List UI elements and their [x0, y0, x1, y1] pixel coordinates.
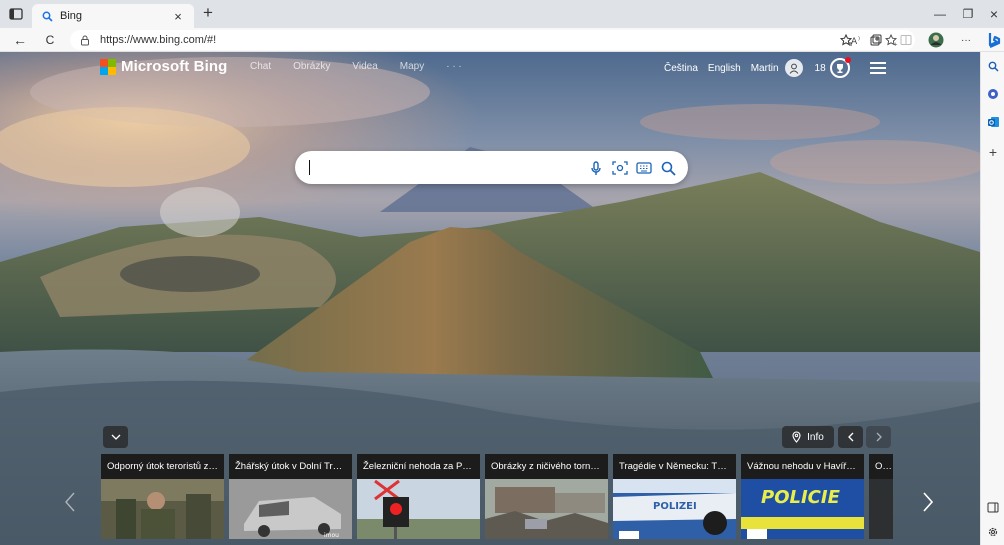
svg-text:): ) [858, 36, 860, 42]
sidebar-add-icon[interactable]: + [985, 144, 1001, 160]
copilot-icon[interactable] [984, 28, 1004, 52]
news-next-arrow[interactable] [918, 489, 938, 515]
chevron-left-icon [65, 492, 75, 512]
split-screen-icon[interactable] [896, 30, 916, 50]
news-previous-arrow[interactable] [60, 489, 80, 515]
soldiers-photo [101, 479, 224, 539]
notification-dot [844, 57, 851, 63]
chevron-left-icon [847, 432, 853, 442]
next-image-button[interactable] [866, 426, 891, 448]
new-tab-button[interactable]: + [198, 4, 218, 24]
url-text[interactable]: https://www.bing.com/#! [100, 34, 847, 46]
svg-text:imou: imou [324, 532, 339, 539]
sidebar-outlook-icon[interactable] [985, 114, 1001, 130]
microsoft-logo-icon [100, 58, 116, 75]
page-viewport: Microsoft Bing Chat Obrázky Videa Mapy ·… [0, 52, 980, 545]
bing-header: Microsoft Bing Chat Obrázky Videa Mapy ·… [0, 52, 980, 82]
refresh-button[interactable]: C [40, 30, 60, 50]
polizei-car-photo: POLIZEI [613, 479, 736, 539]
news-card-title: Vážnou nehodu v Havířově... [741, 454, 864, 479]
more-icon[interactable]: ··· [956, 30, 976, 50]
sidebar-hide-icon[interactable] [985, 499, 1001, 515]
news-card-title: Odporný útok teroristů zab... [101, 454, 224, 479]
visual-search-icon[interactable] [611, 159, 629, 177]
news-card-title: Žhářský útok v Dolní Trnáv... [229, 454, 352, 479]
tab-actions-icon[interactable] [6, 5, 26, 23]
address-bar[interactable]: https://www.bing.com/#! A) + [70, 30, 915, 50]
tab-strip: Bing × + — ❐ × [0, 0, 1004, 28]
sidebar-settings-icon[interactable] [985, 524, 1001, 540]
rewards-trophy-icon[interactable] [829, 57, 851, 78]
nav-chat[interactable]: Chat [250, 61, 271, 72]
info-label: Info [807, 431, 824, 443]
lock-icon[interactable] [80, 34, 92, 46]
menu-icon[interactable] [869, 62, 886, 74]
collections-icon[interactable] [866, 30, 886, 50]
nav-images[interactable]: Obrázky [293, 61, 330, 72]
search-input[interactable] [309, 160, 310, 175]
news-card[interactable]: Vážnou nehodu v Havířově... POLICIE [741, 454, 864, 539]
bing-search-favicon-icon [40, 9, 54, 23]
user-avatar-icon[interactable] [784, 59, 803, 77]
news-card-title: Obrázky z ničivého tornáda... [485, 454, 608, 479]
nav-more[interactable]: · · · [446, 61, 462, 72]
keyboard-icon[interactable] [635, 159, 653, 177]
news-card[interactable]: ON- [869, 454, 893, 539]
top-nav: Chat Obrázky Videa Mapy · · · [250, 61, 484, 72]
nav-videos[interactable]: Videa [352, 61, 377, 72]
chevron-down-icon [111, 434, 120, 440]
logo-text: Microsoft Bing [121, 58, 228, 75]
news-card-title: Železniční nehoda za Prah... [357, 454, 480, 479]
burned-car-photo: imou [229, 479, 352, 539]
sidebar-search-icon[interactable] [985, 58, 1001, 74]
svg-text:POLIZEI: POLIZEI [653, 501, 697, 512]
close-window-button[interactable]: × [984, 4, 1004, 24]
news-card[interactable]: Obrázky z ničivého tornáda... [485, 454, 608, 539]
tab-title: Bing [60, 10, 83, 22]
browser-toolbar: ← C https://www.bing.com/#! A) + ··· [0, 28, 1004, 52]
news-carousel: Odporný útok teroristů zab... Žhářský út… [101, 454, 895, 539]
collapse-news-button[interactable] [103, 426, 128, 448]
tornado-damage-photo [485, 479, 608, 539]
rewards-count[interactable]: 18 [815, 63, 826, 74]
previous-image-button[interactable] [838, 426, 863, 448]
back-button[interactable]: ← [10, 30, 30, 50]
news-card[interactable]: Žhářský útok v Dolní Trnáv... imou [229, 454, 352, 539]
user-name[interactable]: Martin [751, 63, 779, 74]
policie-car-photo: POLICIE [741, 479, 864, 539]
search-icon[interactable] [659, 159, 677, 177]
svg-text:POLICIE: POLICIE [761, 487, 841, 508]
minimize-button[interactable]: — [930, 4, 950, 24]
chevron-right-icon [923, 492, 933, 512]
tab-bing[interactable]: Bing × [32, 4, 194, 28]
nav-maps[interactable]: Mapy [400, 61, 424, 72]
news-card[interactable]: Tragédie v Německu: Těžká... POLIZEI [613, 454, 736, 539]
restore-button[interactable]: ❐ [958, 4, 978, 24]
search-box[interactable] [295, 151, 688, 184]
language-english-link[interactable]: English [708, 63, 741, 74]
bing-logo[interactable]: Microsoft Bing [100, 58, 227, 75]
news-card[interactable]: Odporný útok teroristů zab... [101, 454, 224, 539]
location-pin-icon [792, 431, 801, 443]
tab-close-button[interactable]: × [170, 9, 186, 24]
yellow-photo [869, 479, 893, 539]
language-czech-link[interactable]: Čeština [664, 63, 698, 74]
news-card[interactable]: Železniční nehoda za Prah... [357, 454, 480, 539]
news-card-title: ON- [869, 454, 893, 479]
chevron-right-icon [876, 432, 882, 442]
microphone-icon[interactable] [587, 159, 605, 177]
railway-crossing-photo [357, 479, 480, 539]
image-info-button[interactable]: Info [782, 426, 834, 448]
news-card-title: Tragédie v Německu: Těžká... [613, 454, 736, 479]
edge-sidebar: + [980, 52, 1004, 545]
favorites-icon[interactable] [836, 30, 856, 50]
sidebar-shopping-icon[interactable] [985, 86, 1001, 102]
header-right: Čeština English Martin 18 [664, 57, 886, 78]
profile-icon[interactable] [926, 30, 946, 50]
